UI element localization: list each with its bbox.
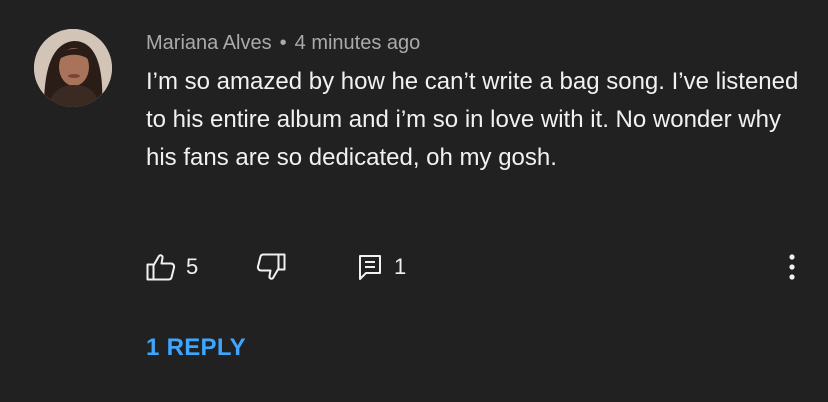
comment-icon xyxy=(358,253,384,281)
comment-timestamp[interactable]: 4 minutes ago xyxy=(295,32,421,54)
separator-dot: • xyxy=(279,32,287,54)
reply-button[interactable]: 1 xyxy=(358,250,406,284)
avatar[interactable] xyxy=(34,29,112,107)
comment-actions: 5 1 xyxy=(0,250,828,284)
reply-count: 1 xyxy=(394,254,407,279)
like-button[interactable]: 5 xyxy=(146,250,198,284)
comment-header: Mariana Alves • 4 minutes ago xyxy=(146,31,420,55)
avatar-image xyxy=(34,29,112,107)
author-name[interactable]: Mariana Alves xyxy=(146,32,272,54)
more-vertical-icon xyxy=(789,254,795,280)
comment-text: I’m so amazed by how he can’t write a ba… xyxy=(146,68,799,171)
dislike-button[interactable] xyxy=(256,250,286,284)
more-options-button[interactable] xyxy=(780,250,804,284)
thumbs-down-icon xyxy=(256,253,286,281)
like-count: 5 xyxy=(186,254,199,279)
view-replies-link[interactable]: 1 REPLY xyxy=(146,334,246,362)
thumbs-up-icon xyxy=(146,253,176,281)
